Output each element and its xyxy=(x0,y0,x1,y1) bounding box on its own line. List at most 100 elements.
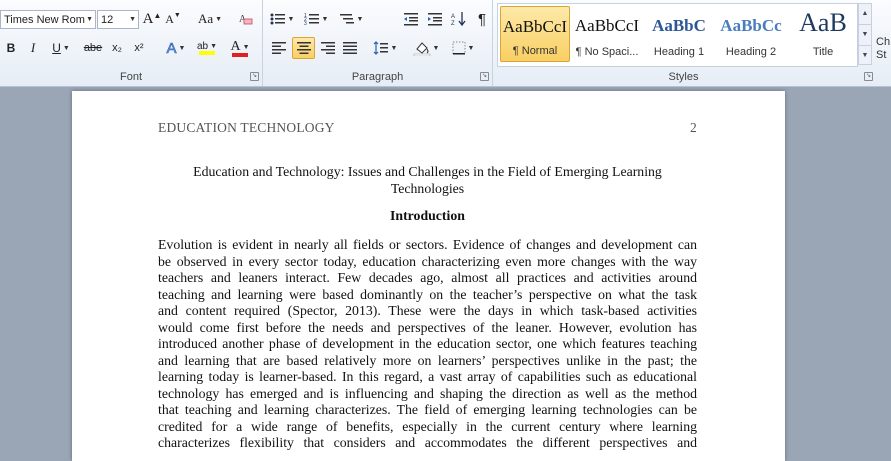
font-group-label: Font xyxy=(119,71,142,83)
body-text: Evolution is evident in nearly all field… xyxy=(158,237,697,452)
body-line: characterizes flexibility that considers… xyxy=(158,435,697,450)
style-heading-1[interactable]: AaBbC Heading 1 xyxy=(644,6,714,62)
borders-button[interactable]: ▼ xyxy=(449,38,477,58)
grow-font-button[interactable]: A ▲ xyxy=(142,9,162,29)
show-formatting-marks-button[interactable]: ¶ xyxy=(473,9,491,29)
grow-font-label: A xyxy=(142,10,154,27)
text-effects-label: A xyxy=(166,39,177,57)
svg-text:3: 3 xyxy=(304,21,307,26)
style-heading-2[interactable]: AaBbCc Heading 2 xyxy=(716,6,786,62)
section-heading: Introduction xyxy=(390,208,465,223)
align-right-button[interactable] xyxy=(318,38,338,58)
document-page[interactable]: EDUCATION TECHNOLOGY 2 Education and Tec… xyxy=(72,91,785,461)
shading-icon xyxy=(413,42,430,56)
svg-text:Z: Z xyxy=(451,21,455,27)
borders-icon xyxy=(452,41,466,55)
italic-button[interactable]: I xyxy=(24,38,42,58)
bullets-button[interactable]: ▼ xyxy=(269,9,295,29)
paragraph-group: ▼ 1 2 3 ▼ ▼ AZ ¶ ▼ ▼ ▼ Paragraph ↘ xyxy=(263,0,493,86)
numbering-button[interactable]: 1 2 3 ▼ xyxy=(302,9,330,29)
strikethrough-button[interactable]: abe xyxy=(82,38,104,58)
justify-icon xyxy=(343,42,357,54)
underline-button[interactable]: U ▼ xyxy=(47,38,75,58)
increase-indent-icon xyxy=(428,13,442,26)
chevron-down-icon: ▼ xyxy=(129,16,136,23)
style-name: Heading 2 xyxy=(725,46,777,58)
page-number: 2 xyxy=(690,120,697,135)
more-styles-icon[interactable]: ▼ xyxy=(859,46,871,66)
underline-label: U xyxy=(52,41,61,55)
style-sample: AaBbC xyxy=(652,16,706,35)
font-name-combo[interactable]: Times New Rom ▼ xyxy=(0,10,96,29)
align-left-icon xyxy=(272,42,286,54)
style-sample: AaBbCc xyxy=(720,16,782,35)
change-styles-button[interactable]: Ch St xyxy=(876,36,891,66)
style-name: Title xyxy=(812,46,834,58)
shrink-font-button[interactable]: A ▼ xyxy=(164,9,182,29)
font-size-value: 12 xyxy=(101,13,114,26)
font-size-combo[interactable]: 12 ▼ xyxy=(97,10,139,29)
title-line: Education and Technology: Issues and Cha… xyxy=(193,164,662,179)
align-center-button[interactable] xyxy=(292,37,315,59)
body-line: technology has emerged and is influencin… xyxy=(158,385,697,401)
title-line: Technologies xyxy=(390,181,465,196)
body-line: credited for a wide range of benefits, e… xyxy=(158,418,697,434)
scroll-down-icon[interactable]: ▼ xyxy=(859,25,871,46)
change-case-label: Aa xyxy=(197,11,214,26)
font-color-bar xyxy=(232,53,248,57)
highlight-button[interactable]: ab ▼ xyxy=(193,38,221,58)
style-title[interactable]: AaB Title xyxy=(788,6,858,62)
text-effects-button[interactable]: A ▼ xyxy=(163,38,189,58)
line-spacing-icon xyxy=(373,41,388,55)
paragraph-group-label: Paragraph xyxy=(351,71,404,83)
body-line: be observed in every sector today, educa… xyxy=(158,253,697,269)
clear-formatting-icon: A xyxy=(239,14,253,25)
style-normal[interactable]: AaBbCcI ¶ Normal xyxy=(500,6,570,62)
ribbon: Times New Rom ▼ 12 ▼ A ▲ A ▼ Aa ▼ A B I U ▼ … xyxy=(0,0,891,87)
style-sample: AaBbCcI xyxy=(502,17,568,36)
shrink-font-label: A xyxy=(165,11,174,26)
subscript-button[interactable]: x₂ xyxy=(108,38,126,58)
increase-indent-button[interactable] xyxy=(425,9,445,29)
font-name-value: Times New Rom xyxy=(4,13,85,26)
svg-text:A: A xyxy=(451,14,455,20)
styles-gallery: AaBbCcI ¶ Normal AaBbCcI ¶ No Spaci... A… xyxy=(497,3,858,67)
style-sample: AaBbCcI xyxy=(574,16,640,35)
dialog-launcher-icon[interactable]: ↘ xyxy=(250,72,259,81)
body-line: Evolution is evident in nearly all field… xyxy=(158,237,697,252)
multilevel-list-button[interactable]: ▼ xyxy=(337,9,365,29)
superscript-button[interactable]: x² xyxy=(130,38,148,58)
font-color-button[interactable]: A ▼ xyxy=(226,38,254,58)
style-no-spacing[interactable]: AaBbCcI ¶ No Spaci... xyxy=(572,6,642,62)
align-left-button[interactable] xyxy=(269,38,289,58)
style-name: ¶ No Spaci... xyxy=(575,46,639,58)
dialog-launcher-icon[interactable]: ↘ xyxy=(864,72,873,81)
dialog-launcher-icon[interactable]: ↘ xyxy=(480,72,489,81)
scroll-up-icon[interactable]: ▲ xyxy=(859,4,871,25)
chevron-down-icon: ▼ xyxy=(86,16,93,23)
body-line: that teaching and learning characterizes… xyxy=(158,402,697,417)
body-line: and content required (Spector, 2013). Th… xyxy=(158,303,697,318)
change-case-button[interactable]: Aa ▼ xyxy=(196,9,224,29)
styles-gallery-scroll: ▲ ▼ ▼ xyxy=(858,3,872,65)
clear-formatting-button[interactable]: A xyxy=(236,9,256,29)
style-name: Heading 1 xyxy=(653,46,705,58)
align-right-icon xyxy=(321,42,335,54)
body-line: teaching and learning were based dominan… xyxy=(158,286,697,302)
document-title: Education and Technology: Issues and Cha… xyxy=(158,163,697,197)
align-center-icon xyxy=(296,42,311,54)
styles-group-label: Styles xyxy=(668,71,699,83)
body-line: introduced another phase of development … xyxy=(158,336,697,351)
shading-button[interactable]: ▼ xyxy=(411,38,441,58)
style-name: ¶ Normal xyxy=(512,45,558,57)
sort-button[interactable]: AZ xyxy=(449,9,469,29)
numbering-icon: 123 xyxy=(304,13,319,26)
style-sample: AaB xyxy=(799,8,847,37)
font-group: Times New Rom ▼ 12 ▼ A ▲ A ▼ Aa ▼ A B I U ▼ … xyxy=(0,0,263,86)
bold-button[interactable]: B xyxy=(2,38,20,58)
justify-button[interactable] xyxy=(340,38,360,58)
multilevel-list-icon xyxy=(339,14,354,24)
decrease-indent-button[interactable] xyxy=(401,9,421,29)
bullets-icon xyxy=(270,13,285,25)
line-spacing-button[interactable]: ▼ xyxy=(371,38,399,58)
